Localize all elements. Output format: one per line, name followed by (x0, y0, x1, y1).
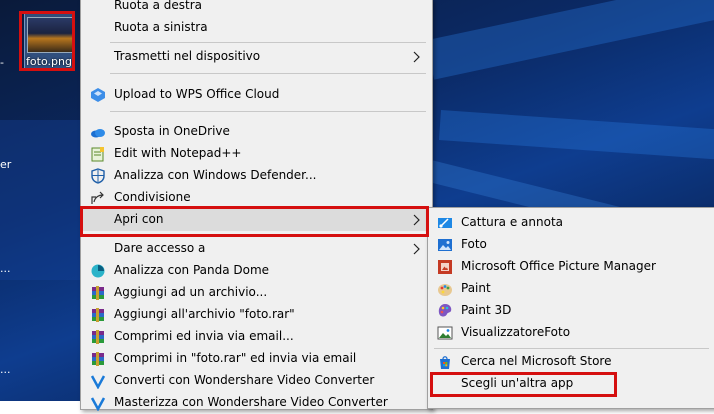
menu-item-compress-rar-email[interactable]: Comprimi in "foto.rar" ed invia via emai… (81, 348, 432, 370)
menu-item-panda-dome[interactable]: Analizza con Panda Dome (81, 260, 432, 282)
menu-item-label: Analizza con Panda Dome (114, 263, 270, 277)
submenu-item-microsoft-store[interactable]: Cerca nel Microsoft Store (428, 351, 714, 373)
submenu-item-photos[interactable]: Foto (428, 234, 714, 256)
chevron-right-icon (413, 51, 420, 63)
defender-shield-icon (91, 168, 105, 184)
menu-item-give-access[interactable]: Dare accesso a (81, 238, 432, 260)
submenu-item-label: Cerca nel Microsoft Store (461, 354, 612, 368)
menu-item-label: Aggiungi ad un archivio... (114, 285, 268, 299)
menu-item-label: Analizza con Windows Defender... (114, 168, 317, 182)
picture-manager-icon (438, 260, 452, 274)
winrar-icon (92, 352, 104, 366)
menu-item-label: Comprimi ed invia via email... (114, 329, 294, 343)
menu-item-label: Edit with Notepad++ (114, 146, 242, 160)
menu-item-wondershare-burn[interactable]: Masterizza con Wondershare Video Convert… (81, 392, 432, 414)
menu-item-label: Trasmetti nel dispositivo (114, 49, 261, 63)
menu-item-cast-to-device[interactable]: Trasmetti nel dispositivo (81, 46, 432, 68)
menu-separator (110, 73, 426, 74)
menu-item-notepad[interactable]: Edit with Notepad++ (81, 143, 432, 165)
menu-item-add-archive[interactable]: Aggiungi ad un archivio... (81, 282, 432, 304)
panda-dome-icon (91, 264, 105, 278)
paint-3d-icon (438, 304, 452, 317)
submenu-item-paint-3d[interactable]: Paint 3D (428, 300, 714, 322)
winrar-icon (92, 286, 104, 300)
menu-item-onedrive[interactable]: Sposta in OneDrive (81, 121, 432, 143)
desktop-edge-text: - (0, 56, 4, 69)
open-with-highlight-box (80, 206, 429, 237)
menu-item-label: Dare accesso a (114, 241, 206, 255)
desktop-edge-text: er (0, 158, 12, 171)
submenu-item-paint[interactable]: Paint (428, 278, 714, 300)
menu-item-label: Sposta in OneDrive (114, 124, 230, 138)
wondershare-icon (90, 397, 106, 411)
menu-item-defender[interactable]: Analizza con Windows Defender... (81, 165, 432, 187)
onedrive-cloud-icon (91, 129, 105, 138)
desktop-edge-text: ... (0, 363, 11, 376)
submenu-item-label: VisualizzatoreFoto (461, 325, 571, 339)
menu-item-label: Masterizza con Wondershare Video Convert… (114, 395, 388, 409)
menu-item-label: Ruota a sinistra (114, 20, 208, 34)
menu-item-compress-email[interactable]: Comprimi ed invia via email... (81, 326, 432, 348)
submenu-item-label: Paint 3D (461, 303, 512, 317)
menu-item-label: Aggiungi all'archivio "foto.rar" (114, 307, 295, 321)
wondershare-icon (90, 375, 106, 389)
paint-palette-icon (438, 284, 452, 296)
winrar-icon (92, 330, 104, 344)
winrar-icon (92, 308, 104, 322)
menu-separator (434, 348, 709, 349)
menu-item-rotate-left[interactable]: Ruota a sinistra (81, 17, 432, 39)
submenu-item-office-picture-manager[interactable]: Microsoft Office Picture Manager (428, 256, 714, 278)
menu-item-label: Comprimi in "foto.rar" ed invia via emai… (114, 351, 357, 365)
submenu-item-label: Microsoft Office Picture Manager (461, 259, 656, 273)
menu-item-rotate-right[interactable]: Ruota a destra (81, 0, 432, 17)
menu-item-label: Converti con Wondershare Video Converter (114, 373, 375, 387)
menu-item-label: Condivisione (114, 190, 191, 204)
snip-sketch-icon (438, 218, 452, 228)
wallpaper-ray (438, 110, 714, 163)
notepad-plus-icon (91, 147, 104, 162)
photo-viewer-icon (437, 326, 453, 340)
menu-item-add-to-rar[interactable]: Aggiungi all'archivio "foto.rar" (81, 304, 432, 326)
menu-item-upload-wps[interactable]: Upload to WPS Office Cloud (81, 84, 432, 106)
menu-separator (110, 42, 426, 43)
microsoft-store-icon (440, 356, 450, 369)
submenu-item-photo-viewer[interactable]: VisualizzatoreFoto (428, 322, 714, 344)
menu-separator (110, 111, 426, 112)
desktop-edge-text: ... (0, 262, 11, 275)
wps-cloud-icon (91, 88, 105, 102)
share-icon (91, 191, 104, 204)
choose-app-highlight-box (430, 372, 617, 397)
menu-item-label: Upload to WPS Office Cloud (114, 87, 280, 101)
chevron-right-icon (413, 243, 420, 255)
submenu-item-label: Paint (461, 281, 491, 295)
submenu-item-snip-sketch[interactable]: Cattura e annota (428, 212, 714, 234)
wallpaper-ray (0, 120, 80, 280)
submenu-item-label: Cattura e annota (461, 215, 564, 229)
wallpaper-ray (425, 0, 714, 80)
context-menu: Ruota a destra Ruota a sinistra Trasmett… (80, 0, 433, 411)
menu-item-label: Ruota a destra (114, 0, 203, 12)
photos-icon (438, 239, 452, 251)
icon-highlight-box (19, 11, 75, 71)
submenu-item-label: Foto (461, 237, 487, 251)
menu-item-wondershare-convert[interactable]: Converti con Wondershare Video Converter (81, 370, 432, 392)
